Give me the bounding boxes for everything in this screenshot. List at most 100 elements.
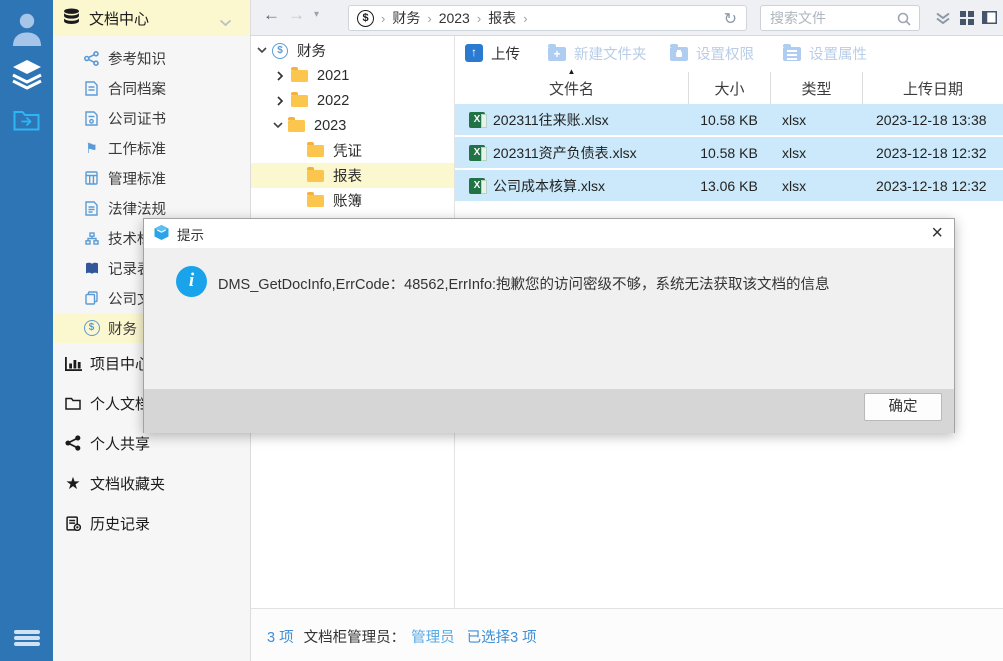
set-properties-button[interactable]: 设置属性 <box>783 40 867 66</box>
nav-header-document-center[interactable]: 文档中心 <box>53 0 250 36</box>
sidebar-item-label: 管理标准 <box>108 168 166 189</box>
new-folder-button[interactable]: 新建文件夹 <box>548 40 647 66</box>
button-label: 设置权限 <box>696 43 754 64</box>
app-logo-icon <box>153 224 170 244</box>
sidebar-item-history[interactable]: 历史记录 <box>53 507 250 539</box>
status-bar: 3 项 文档柜管理员： 管理员 已选择3 项 <box>251 608 1003 661</box>
file-size: 10.58 KB <box>688 104 770 135</box>
forward-arrow-icon[interactable]: → <box>288 5 305 25</box>
dms-app: 文档中心 参考知识 合同档案 公司证书 ⚑ 工作标准 管理标准 法律法规 <box>0 0 1003 661</box>
sidebar-item-label: 项目中心 <box>90 353 150 374</box>
menu-icon[interactable] <box>0 630 53 646</box>
set-permissions-button[interactable]: 设置权限 <box>670 40 754 66</box>
file-date: 2023-12-18 12:32 <box>862 170 1003 201</box>
file-type: xlsx <box>770 104 862 135</box>
sidebar-item-label: 历史记录 <box>90 513 150 534</box>
file-name: 202311往来账.xlsx <box>493 110 609 130</box>
item-count: 3 项 <box>267 626 294 647</box>
column-header-size[interactable]: 大小 <box>688 72 770 104</box>
folder-transfer-icon[interactable] <box>0 108 53 131</box>
admin-link[interactable]: 管理员 <box>411 626 455 647</box>
cabinet-admin-label: 文档柜管理员： <box>304 626 406 647</box>
tree-node-finance[interactable]: 财务 <box>251 38 454 63</box>
sidebar-item-label: 财务 <box>108 318 137 339</box>
breadcrumb-segment-reports[interactable]: 报表 <box>488 8 516 28</box>
top-toolbar: ← → ▾ › 财务 › 2023 › 报表 › ↻ <box>251 0 1003 36</box>
selection-count: 已选择3 项 <box>467 626 537 647</box>
tree-node-reports[interactable]: 报表 <box>251 163 454 188</box>
file-row[interactable]: 202311往来账.xlsx 10.58 KB xlsx 2023-12-18 … <box>455 104 1003 135</box>
tree-node-ledgers[interactable]: 账簿 <box>251 188 454 213</box>
column-header-upload-date[interactable]: 上传日期 <box>862 72 1003 104</box>
user-icon[interactable] <box>0 11 53 48</box>
share-icon <box>63 435 83 451</box>
breadcrumb-segment-2023[interactable]: 2023 <box>439 10 470 26</box>
finance-root-icon[interactable] <box>357 10 374 27</box>
tree-node-vouchers[interactable]: 凭证 <box>251 138 454 163</box>
sidebar-item-reference-knowledge[interactable]: 参考知识 <box>53 43 250 73</box>
breadcrumb-segment-finance[interactable]: 财务 <box>392 8 420 28</box>
sidebar-item-label: 个人共享 <box>90 433 150 454</box>
properties-icon <box>783 47 801 61</box>
expand-closed-icon[interactable] <box>274 71 286 81</box>
close-icon[interactable]: × <box>931 220 943 247</box>
database-icon <box>63 8 80 28</box>
ok-button[interactable]: 确定 <box>864 393 942 421</box>
info-icon <box>176 266 207 297</box>
grid-view-icon[interactable] <box>960 11 974 28</box>
expand-open-icon[interactable] <box>256 47 268 54</box>
law-document-icon <box>83 201 100 216</box>
sidebar-item-management-standards[interactable]: 管理标准 <box>53 163 250 193</box>
tree-node-2021[interactable]: 2021 <box>251 63 454 88</box>
search-box <box>760 5 920 31</box>
tree-node-2023[interactable]: 2023 <box>251 113 454 138</box>
flag-icon: ⚑ <box>83 141 100 155</box>
contract-document-icon <box>83 81 100 96</box>
new-folder-icon <box>548 47 566 61</box>
file-size: 10.58 KB <box>688 137 770 168</box>
upload-button[interactable]: 上传 <box>465 40 520 66</box>
layers-icon[interactable] <box>0 58 53 90</box>
tree-node-label: 凭证 <box>333 140 362 161</box>
file-date: 2023-12-18 12:32 <box>862 137 1003 168</box>
tree-node-2022[interactable]: 2022 <box>251 88 454 113</box>
column-header-type[interactable]: 类型 <box>770 72 862 104</box>
sidebar-item-label: 合同档案 <box>108 78 166 99</box>
sidebar-item-work-standards[interactable]: ⚑ 工作标准 <box>53 133 250 163</box>
sidebar-item-label: 法律法规 <box>108 198 166 219</box>
sort-ascending-icon: ▲ <box>568 67 576 76</box>
folder-icon <box>291 70 308 82</box>
excel-file-icon <box>469 145 485 161</box>
file-row[interactable]: 202311资产负债表.xlsx 10.58 KB xlsx 2023-12-1… <box>455 137 1003 168</box>
search-input[interactable] <box>770 7 890 29</box>
dialog-title: 提示 <box>177 224 204 244</box>
refresh-icon[interactable]: ↻ <box>724 9 737 29</box>
search-icon[interactable] <box>897 12 911 29</box>
sidebar-item-company-certificates[interactable]: 公司证书 <box>53 103 250 133</box>
star-icon: ★ <box>63 475 83 492</box>
file-name: 202311资产负债表.xlsx <box>493 143 637 163</box>
history-icon <box>63 516 83 531</box>
tree-node-label: 财务 <box>297 40 326 61</box>
tree-node-label: 2022 <box>317 93 349 109</box>
table-grid-icon <box>83 171 100 185</box>
sidebar-item-document-favorites[interactable]: ★ 文档收藏夹 <box>53 467 250 499</box>
history-caret-icon[interactable]: ▾ <box>314 9 319 20</box>
folder-icon <box>307 170 324 182</box>
layout-panel-icon[interactable] <box>982 11 997 27</box>
file-row[interactable]: 公司成本核算.xlsx 13.06 KB xlsx 2023-12-18 12:… <box>455 170 1003 201</box>
sidebar-item-label: 个人文档 <box>90 393 150 414</box>
expand-open-icon[interactable] <box>272 122 284 129</box>
expand-closed-icon[interactable] <box>274 96 286 106</box>
double-chevron-down-icon[interactable] <box>935 12 951 28</box>
file-toolbar: 上传 新建文件夹 设置权限 设置属性 <box>455 36 1003 70</box>
breadcrumb-separator: › <box>381 11 385 26</box>
button-label: 上传 <box>491 43 520 64</box>
sidebar-item-label: 文档收藏夹 <box>90 473 165 494</box>
org-chart-icon <box>83 232 100 245</box>
breadcrumb: › 财务 › 2023 › 报表 › ↻ <box>348 5 747 31</box>
sidebar-item-contract-archive[interactable]: 合同档案 <box>53 73 250 103</box>
column-header-filename[interactable]: ▲ 文件名 <box>455 72 688 104</box>
back-arrow-icon[interactable]: ← <box>263 5 280 25</box>
chevron-down-icon[interactable] <box>219 14 232 30</box>
